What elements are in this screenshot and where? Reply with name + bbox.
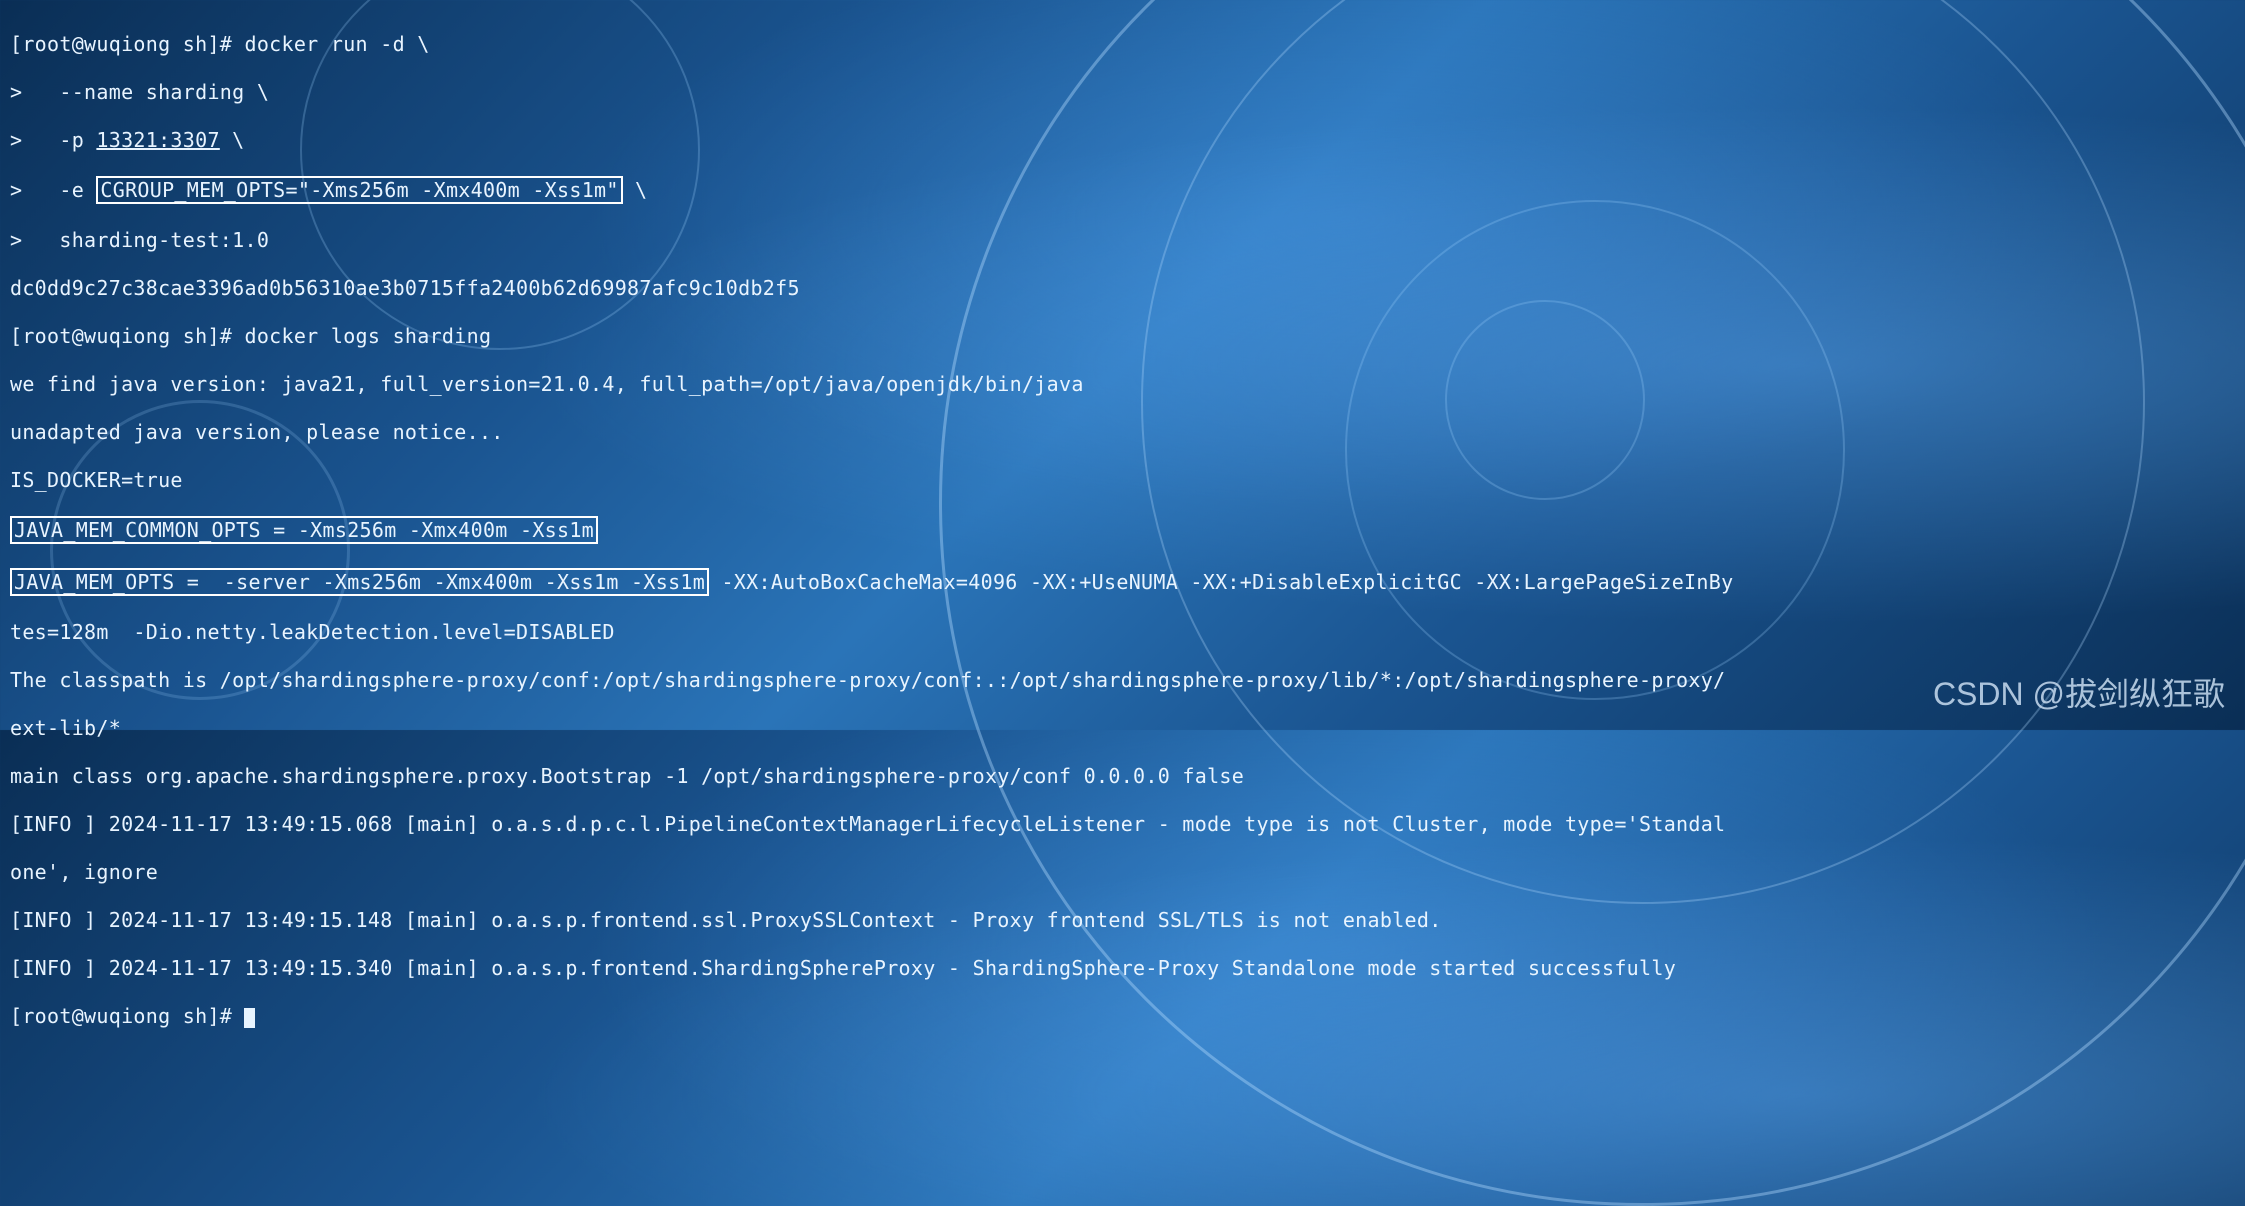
- cmd-line-3a: > -e: [10, 178, 96, 202]
- log-line-10: JAVA_MEM_COMMON_OPTS = -Xms256m -Xmx400m…: [10, 516, 2235, 544]
- cgroup-mem-opts-box: CGROUP_MEM_OPTS="-Xms256m -Xmx400m -Xss1…: [96, 176, 622, 204]
- log-line-16: [INFO ] 2024-11-17 13:49:15.068 [main] o…: [10, 812, 2235, 836]
- port-mapping: 13321:3307: [96, 128, 219, 152]
- log-line-13: The classpath is /opt/shardingsphere-pro…: [10, 668, 2235, 692]
- log-line-17: one', ignore: [10, 860, 2235, 884]
- log-line-11-rest: -XX:AutoBoxCacheMax=4096 -XX:+UseNUMA -X…: [709, 570, 1733, 594]
- prompt-text: [root@wuqiong sh]#: [10, 1004, 244, 1028]
- cmd-line-3: > -e CGROUP_MEM_OPTS="-Xms256m -Xmx400m …: [10, 176, 2235, 204]
- container-id: dc0dd9c27c38cae3396ad0b56310ae3b0715ffa2…: [10, 276, 2235, 300]
- terminal-output[interactable]: [root@wuqiong sh]# docker run -d \ > --n…: [0, 0, 2245, 1060]
- log-line-14: ext-lib/*: [10, 716, 2235, 740]
- log-line-8: unadapted java version, please notice...: [10, 420, 2235, 444]
- java-mem-common-opts-box: JAVA_MEM_COMMON_OPTS = -Xms256m -Xmx400m…: [10, 516, 598, 544]
- cmd-line-4: > sharding-test:1.0: [10, 228, 2235, 252]
- log-line-15: main class org.apache.shardingsphere.pro…: [10, 764, 2235, 788]
- log-line-19: [INFO ] 2024-11-17 13:49:15.340 [main] o…: [10, 956, 2235, 980]
- watermark-text: CSDN @拔剑纵狂歌: [1933, 669, 2225, 715]
- cursor-icon: [244, 1008, 255, 1028]
- log-line-11: JAVA_MEM_OPTS = -server -Xms256m -Xmx400…: [10, 568, 2235, 596]
- log-line-9: IS_DOCKER=true: [10, 468, 2235, 492]
- cmd-line-0: [root@wuqiong sh]# docker run -d \: [10, 32, 2235, 56]
- cmd-line-2c: \: [220, 128, 245, 152]
- cmd-line-6: [root@wuqiong sh]# docker logs sharding: [10, 324, 2235, 348]
- cmd-line-3c: \: [623, 178, 648, 202]
- cmd-line-2: > -p 13321:3307 \: [10, 128, 2235, 152]
- prompt-line[interactable]: [root@wuqiong sh]#: [10, 1004, 2235, 1028]
- log-line-7: we find java version: java21, full_versi…: [10, 372, 2235, 396]
- java-mem-opts-box: JAVA_MEM_OPTS = -server -Xms256m -Xmx400…: [10, 568, 709, 596]
- cmd-line-2a: > -p: [10, 128, 96, 152]
- log-line-12: tes=128m -Dio.netty.leakDetection.level=…: [10, 620, 2235, 644]
- cmd-line-1: > --name sharding \: [10, 80, 2235, 104]
- log-line-18: [INFO ] 2024-11-17 13:49:15.148 [main] o…: [10, 908, 2235, 932]
